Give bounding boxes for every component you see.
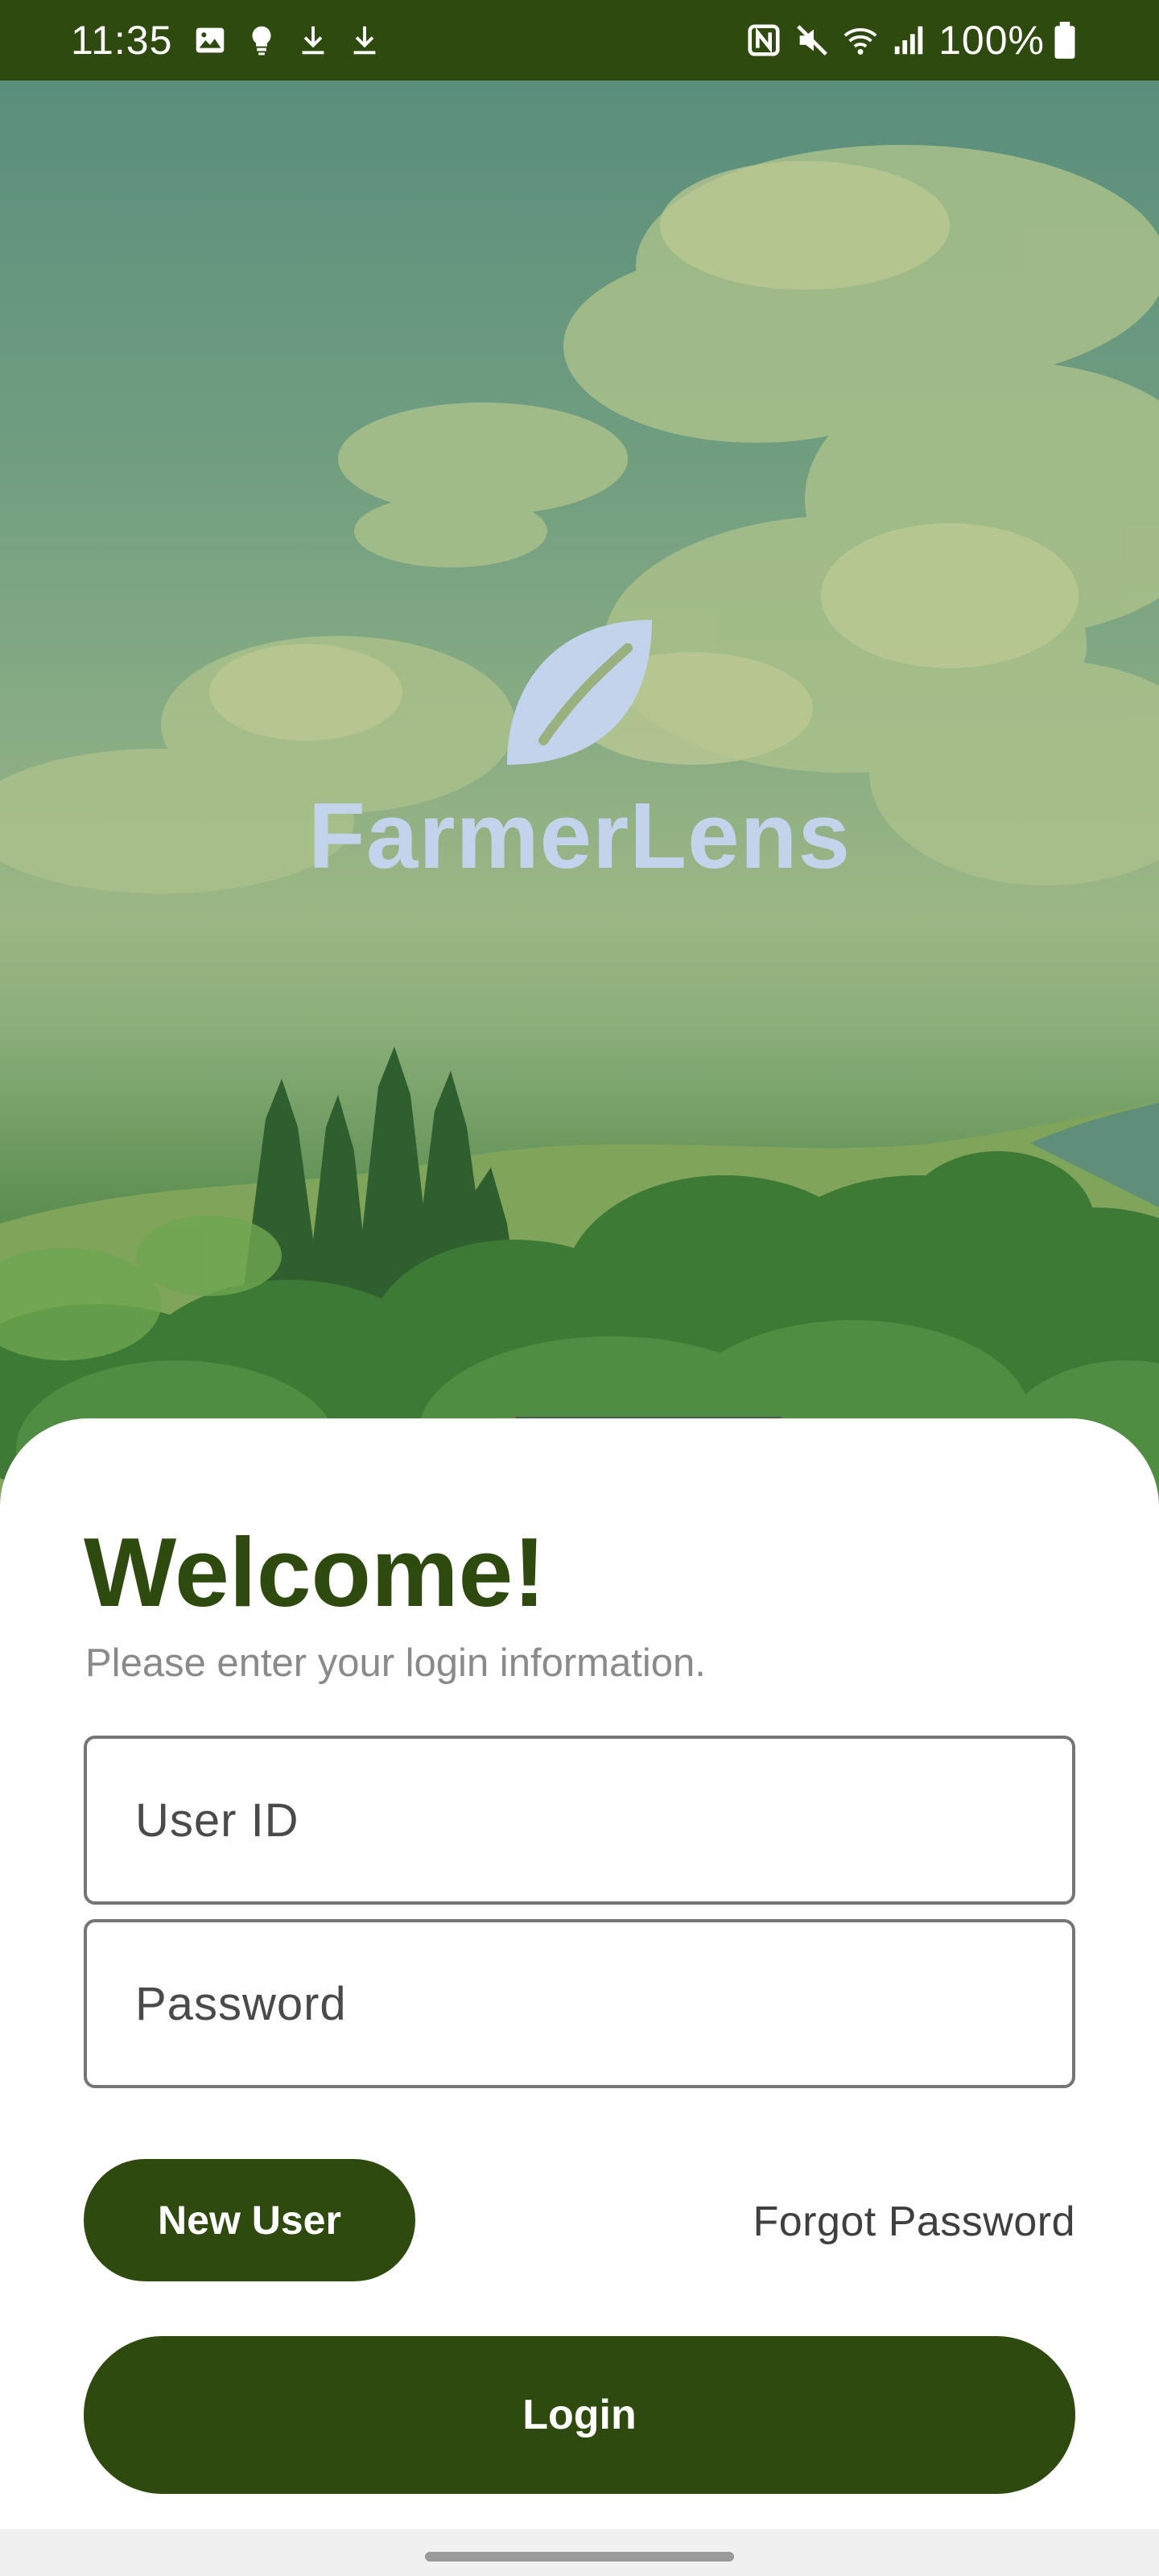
login-button[interactable]: Login	[84, 2336, 1075, 2494]
status-left: 11:35	[71, 17, 398, 64]
battery-percent: 100%	[938, 18, 1045, 63]
leaf-icon	[507, 620, 652, 765]
status-time: 11:35	[71, 18, 173, 63]
home-indicator[interactable]	[425, 2552, 734, 2562]
signal-icon	[890, 20, 927, 60]
user-id-field[interactable]	[84, 1736, 1075, 1905]
download-icon	[295, 20, 332, 60]
lightbulb-icon	[243, 20, 280, 60]
forgot-password-link[interactable]: Forgot Password	[753, 2198, 1075, 2246]
login-card: Welcome! Please enter your login informa…	[0, 1418, 1159, 2529]
navigation-bar	[0, 2529, 1159, 2576]
new-user-button[interactable]: New User	[84, 2159, 415, 2281]
brand-block: FarmerLens	[0, 612, 1159, 882]
wifi-icon	[842, 20, 879, 60]
password-field[interactable]	[84, 1919, 1075, 2088]
gallery-icon	[192, 20, 229, 60]
mute-icon	[794, 20, 831, 60]
nfc-icon	[745, 20, 782, 60]
app-name: FarmerLens	[307, 783, 852, 888]
status-bar: 11:35 100%	[0, 0, 1159, 80]
status-right: 100%	[745, 17, 1090, 64]
user-id-input[interactable]	[135, 1793, 1072, 1847]
battery-icon	[1051, 20, 1079, 60]
login-subtitle: Please enter your login information.	[85, 1641, 706, 1685]
welcome-title: Welcome!	[84, 1517, 547, 1627]
password-input[interactable]	[135, 1976, 1072, 2031]
download-icon	[346, 20, 383, 60]
hero-background: FarmerLens	[0, 80, 1159, 1521]
